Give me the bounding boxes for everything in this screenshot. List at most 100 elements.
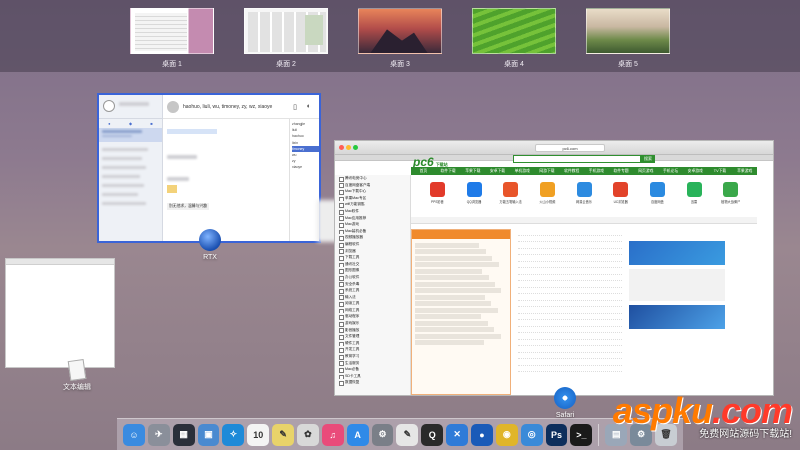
photoshop-icon[interactable]: Ps — [545, 423, 568, 446]
link-row[interactable] — [415, 327, 495, 332]
sidebar-item[interactable]: 百度网盘客户端 — [335, 182, 410, 189]
space-desktop-1[interactable]: 桌面 1 — [130, 8, 214, 69]
preview-icon[interactable]: ▣ — [197, 423, 220, 446]
space-desktop-4[interactable]: 桌面 4 — [472, 8, 556, 69]
article-row[interactable] — [518, 366, 622, 372]
link-row[interactable] — [415, 288, 502, 293]
sidebar-item[interactable]: 办公软件 — [335, 274, 410, 281]
site-search-button[interactable]: 搜索 — [641, 155, 655, 163]
file-icon[interactable]: ▯ — [293, 103, 297, 111]
zoom-icon[interactable] — [353, 145, 358, 150]
sidebar-item[interactable]: 浏览器 — [335, 248, 410, 255]
sidebar-item[interactable]: 硬件工具 — [335, 340, 410, 347]
contacts-tab-icon[interactable]: ◆ — [129, 121, 132, 126]
sidebar-item[interactable]: 苹果Mac专区 — [335, 195, 410, 202]
sidebar-item[interactable]: 文件管理 — [335, 333, 410, 340]
nav-item[interactable]: 首页 — [411, 167, 436, 175]
space-desktop-2[interactable]: 桌面 2 — [244, 8, 328, 69]
sidebar-item[interactable]: 编程软件 — [335, 241, 410, 248]
address-bar[interactable]: pc6.com — [535, 144, 605, 152]
system-prefs-icon[interactable]: ⚙ — [371, 423, 394, 446]
bookmarks-sidebar[interactable]: 腾讯电竞中心 百度网盘客户端 Mac下载中心 苹果Mac专区 wifi万能钥匙 Mac软件… — [335, 175, 411, 395]
sidebar-item[interactable]: 教育学习 — [335, 353, 410, 360]
sidebar-item[interactable]: wifi万能钥匙 — [335, 201, 410, 208]
sidebar-item[interactable]: 开发工具 — [335, 346, 410, 353]
featured-app[interactable]: 迅雷 — [676, 179, 713, 219]
list-item[interactable] — [99, 128, 162, 142]
sidebar-item[interactable]: 视频播放器 — [335, 234, 410, 241]
sidebar-item[interactable]: Mac应用推荐 — [335, 215, 410, 222]
member-item[interactable]: xiaoye — [292, 164, 319, 170]
link-row[interactable] — [415, 268, 483, 274]
featured-app[interactable]: 百度网盘 — [639, 179, 676, 219]
minimize-icon[interactable] — [346, 145, 351, 150]
featured-app[interactable]: 万能五笔输入法 — [492, 179, 529, 219]
link-row[interactable] — [415, 307, 498, 313]
photos-icon[interactable]: ✿ — [297, 423, 319, 446]
sidebar-item[interactable]: 游戏娱乐 — [335, 320, 410, 327]
featured-app[interactable]: UC浏览器 — [602, 179, 639, 219]
sidebar-item[interactable]: Mac游戏 — [335, 221, 410, 228]
featured-app[interactable]: 网易云音乐 — [566, 179, 603, 219]
link-row[interactable] — [415, 340, 484, 345]
close-icon[interactable] — [339, 145, 344, 150]
sidebar-item[interactable]: 驱动程序 — [335, 313, 410, 320]
safari-icon[interactable]: ✧ — [222, 423, 245, 446]
launchpad-icon[interactable]: ✈ — [147, 423, 170, 446]
sidebar-item[interactable]: 安全杀毒 — [335, 281, 410, 288]
group-tab-icon[interactable]: ■ — [150, 121, 152, 126]
rtx-window[interactable]: ● ◆ ■ haohuo, liuli, wu, timoney, zy, wz… — [97, 93, 321, 243]
nav-item[interactable]: 手机论坛 — [658, 167, 683, 175]
link-row[interactable] — [415, 249, 486, 254]
finder-icon[interactable]: ☺ — [123, 423, 145, 446]
link-row[interactable] — [415, 294, 485, 300]
rtx-icon[interactable]: ● — [471, 423, 493, 446]
notes-icon[interactable]: ✎ — [272, 423, 295, 446]
sidebar-item[interactable]: SD卡工具 — [335, 373, 410, 380]
featured-app[interactable]: PPS影音 — [419, 179, 456, 219]
promo-banner[interactable] — [629, 241, 725, 265]
sidebar-item[interactable]: 系统工具 — [335, 287, 410, 294]
link-row[interactable] — [415, 301, 492, 306]
terminal-icon[interactable]: >_ — [570, 423, 593, 446]
sidebar-item[interactable]: 生活服务 — [335, 360, 410, 367]
contact-list[interactable]: ● ◆ ■ — [99, 95, 163, 241]
xcode-icon[interactable]: ✕ — [446, 423, 469, 446]
sidebar-item[interactable]: 网络工具 — [335, 307, 410, 314]
link-row[interactable] — [415, 262, 499, 267]
nav-item[interactable]: 苹果游戏 — [732, 167, 757, 175]
link-row[interactable] — [415, 242, 480, 248]
sidebar-item[interactable]: 腾讯电竞中心 — [335, 175, 410, 182]
sidebar-item[interactable]: 影音播放 — [335, 327, 410, 334]
sidebar-item[interactable]: Mac下载中心 — [335, 188, 410, 195]
link-row[interactable] — [415, 314, 482, 319]
site-search-input[interactable] — [513, 155, 641, 163]
sidebar-item[interactable]: 下载工具 — [335, 254, 410, 261]
nav-item[interactable]: 软件教程 — [559, 167, 584, 175]
featured-app[interactable]: QQ浏览器 — [456, 179, 493, 219]
calendar-icon[interactable]: 10 — [247, 423, 270, 446]
space-desktop-3[interactable]: 桌面 3 — [358, 8, 442, 69]
sidebar-item[interactable]: 阅读工具 — [335, 300, 410, 307]
featured-app[interactable]: 火山小视频 — [529, 179, 566, 219]
safari-window[interactable]: pc6.com 腾讯电竞中心 百度网盘客户端 Mac下载中心 苹果Mac专区 wifi万… — [334, 140, 774, 396]
sidebar-item[interactable]: 数据恢复 — [335, 379, 410, 386]
call-icon[interactable]: ◐ — [307, 103, 311, 110]
chrome-icon[interactable]: ◉ — [495, 423, 518, 446]
link-row[interactable] — [415, 333, 501, 339]
app-store-icon[interactable]: A — [346, 423, 369, 446]
sidebar-item[interactable]: 通讯社交 — [335, 261, 410, 268]
nav-item[interactable]: 单机游戏 — [510, 167, 535, 175]
nav-item[interactable]: 网游下载 — [535, 167, 560, 175]
sidebar-item[interactable]: Mac装机必备 — [335, 228, 410, 235]
nav-item[interactable]: 安卓下载 — [485, 167, 510, 175]
nav-item[interactable]: 网页游戏 — [633, 167, 658, 175]
sidebar-item[interactable]: 输入法 — [335, 294, 410, 301]
web-icon[interactable]: ◎ — [520, 423, 543, 446]
sidebar-item[interactable]: Mac必备 — [335, 366, 410, 373]
nav-item[interactable]: 软件下载 — [436, 167, 461, 175]
textedit-window[interactable] — [5, 258, 115, 368]
nav-item[interactable]: 苹果下载 — [460, 167, 485, 175]
link-row[interactable] — [415, 320, 488, 326]
sidebar-item[interactable]: Mac软件 — [335, 208, 410, 215]
